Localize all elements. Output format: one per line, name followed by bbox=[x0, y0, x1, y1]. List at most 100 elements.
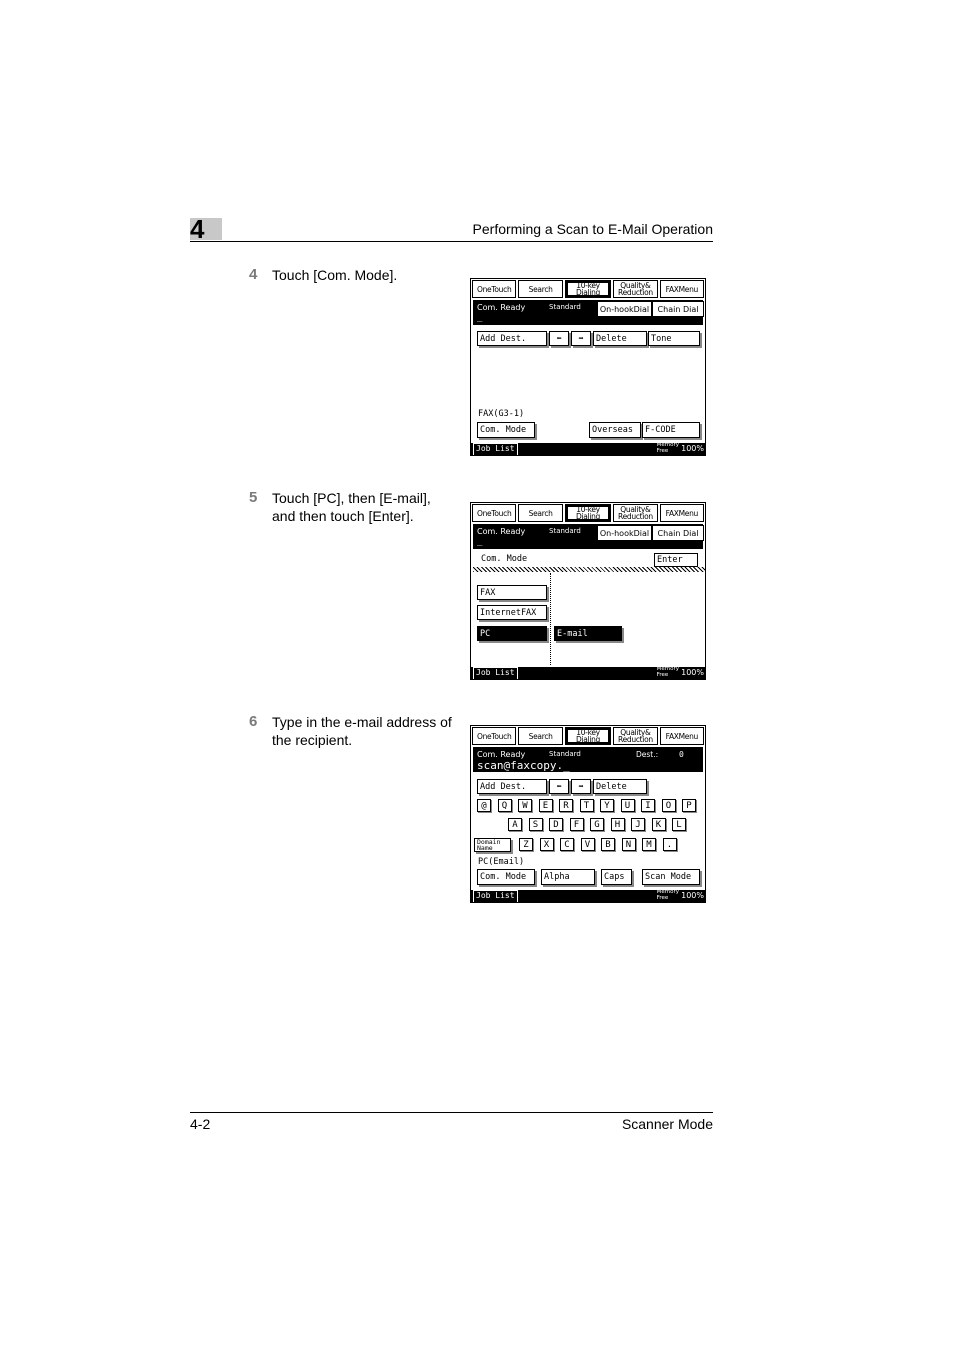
tab-onetouch[interactable]: OneTouch bbox=[472, 504, 517, 522]
key-z[interactable]: Z bbox=[519, 838, 533, 851]
standard-label: Standard bbox=[549, 527, 581, 535]
key-i[interactable]: I bbox=[641, 799, 655, 812]
tab-search[interactable]: Search bbox=[518, 504, 563, 522]
step-text: Touch [Com. Mode]. bbox=[272, 267, 398, 283]
job-list-button[interactable]: Job List bbox=[473, 443, 518, 455]
job-list-button[interactable]: Job List bbox=[473, 667, 518, 679]
key-y[interactable]: Y bbox=[600, 799, 614, 812]
memory-label: Memory Free bbox=[656, 666, 679, 678]
key-l[interactable]: L bbox=[672, 818, 686, 831]
arrow-right-icon[interactable]: ➡ bbox=[571, 779, 591, 794]
tab-faxmenu[interactable]: FAXMenu bbox=[659, 727, 705, 745]
tab-bar: OneTouch Search 10-key Dialing Quality& … bbox=[471, 503, 705, 523]
screen-email-entry: OneTouch Search 10-key Dialing Quality& … bbox=[470, 725, 706, 903]
job-list-button[interactable]: Job List bbox=[473, 890, 518, 902]
key-u[interactable]: U bbox=[620, 799, 635, 812]
scan-mode-button[interactable]: Scan Mode bbox=[642, 869, 700, 885]
chapter-number: 4 bbox=[190, 214, 205, 244]
arrow-left-icon[interactable]: ⬅ bbox=[549, 331, 569, 346]
cursor: _ bbox=[477, 313, 483, 323]
key-g[interactable]: G bbox=[590, 818, 604, 831]
key-p[interactable]: P bbox=[682, 799, 696, 812]
delete-button[interactable]: Delete bbox=[593, 779, 647, 794]
cursor: _ bbox=[477, 537, 483, 547]
fcode-button[interactable]: F-CODE bbox=[642, 422, 700, 438]
tab-quality[interactable]: Quality& Reduction bbox=[613, 727, 658, 745]
key-n[interactable]: N bbox=[621, 838, 636, 851]
tab-bar: OneTouch Search 10-key Dialing Quality& … bbox=[471, 726, 705, 746]
key-s[interactable]: S bbox=[528, 818, 543, 831]
tab-quality[interactable]: Quality& Reduction bbox=[613, 504, 658, 522]
tab-search[interactable]: Search bbox=[518, 280, 563, 298]
tab-10key[interactable]: 10-key Dialing bbox=[564, 504, 612, 522]
memory-percent: 100% bbox=[681, 891, 704, 900]
email-option[interactable]: E-mail bbox=[554, 626, 622, 641]
footer-section: Scanner Mode bbox=[621, 1116, 713, 1132]
tab-10key[interactable]: 10-key Dialing bbox=[564, 727, 612, 745]
tab-onetouch[interactable]: OneTouch bbox=[472, 280, 517, 298]
tone-button[interactable]: Tone bbox=[648, 331, 700, 346]
add-dest-button[interactable]: Add Dest. bbox=[477, 779, 547, 794]
arrow-left-icon[interactable]: ⬅ bbox=[549, 779, 569, 794]
com-mode-button[interactable]: Com. Mode bbox=[477, 422, 535, 438]
on-hook-dial-button[interactable]: On-hookDial bbox=[597, 301, 652, 317]
memory-percent: 100% bbox=[681, 444, 704, 453]
com-mode-title: Com. Mode bbox=[481, 554, 528, 564]
tab-search[interactable]: Search bbox=[518, 727, 563, 745]
key-v[interactable]: V bbox=[580, 838, 595, 851]
key-m[interactable]: M bbox=[642, 838, 656, 851]
key-a[interactable]: A bbox=[508, 818, 522, 831]
com-mode-button[interactable]: Com. Mode bbox=[477, 869, 535, 885]
status-text: Com. Ready bbox=[477, 527, 526, 536]
tab-bar: OneTouch Search 10-key Dialing Quality& … bbox=[471, 279, 705, 299]
on-hook-dial-button[interactable]: On-hookDial bbox=[597, 525, 652, 541]
tab-quality[interactable]: Quality& Reduction bbox=[613, 280, 658, 298]
key-q[interactable]: Q bbox=[497, 799, 512, 812]
key-c[interactable]: C bbox=[560, 838, 574, 851]
chain-dial-button[interactable]: Chain Dial bbox=[652, 525, 704, 541]
footer-rule bbox=[190, 1112, 713, 1113]
key-w[interactable]: W bbox=[518, 799, 532, 812]
header-title: Performing a Scan to E-Mail Operation bbox=[472, 221, 713, 237]
key-b[interactable]: B bbox=[601, 838, 615, 851]
email-address-field[interactable]: scan@faxcopy._ bbox=[477, 759, 570, 772]
chain-dial-button[interactable]: Chain Dial bbox=[652, 301, 704, 317]
domain-name-button[interactable]: Domain Name bbox=[474, 838, 511, 852]
overseas-button[interactable]: Overseas bbox=[589, 422, 641, 438]
standard-label: Standard bbox=[549, 750, 581, 758]
key-e[interactable]: E bbox=[538, 799, 553, 812]
key-o[interactable]: O bbox=[661, 799, 676, 812]
divider bbox=[473, 567, 705, 572]
tab-onetouch[interactable]: OneTouch bbox=[472, 727, 517, 745]
step-number: 6 bbox=[249, 713, 258, 730]
key-r[interactable]: R bbox=[559, 799, 573, 812]
fax-option[interactable]: FAX bbox=[477, 585, 547, 600]
job-list-bar: Job List Memory Free 100% bbox=[471, 666, 705, 679]
key-k[interactable]: K bbox=[651, 818, 666, 831]
arrow-right-icon[interactable]: ➡ bbox=[571, 331, 591, 346]
key-at[interactable]: @ bbox=[477, 799, 491, 812]
delete-button[interactable]: Delete bbox=[593, 331, 647, 346]
key-x[interactable]: X bbox=[539, 838, 554, 851]
key-j[interactable]: J bbox=[631, 818, 645, 831]
step-number: 4 bbox=[249, 266, 258, 283]
status-bar: Com. Ready Standard _ On-hookDial Chain … bbox=[473, 524, 704, 549]
enter-button[interactable]: Enter bbox=[654, 553, 698, 567]
tab-faxmenu[interactable]: FAXMenu bbox=[659, 504, 705, 522]
key-d[interactable]: D bbox=[549, 818, 563, 831]
key-f[interactable]: F bbox=[569, 818, 584, 831]
caps-button[interactable]: Caps bbox=[601, 869, 632, 885]
internet-fax-option[interactable]: InternetFAX bbox=[477, 605, 547, 620]
mode-label: PC(Email) bbox=[478, 857, 525, 867]
add-dest-button[interactable]: Add Dest. bbox=[477, 331, 547, 346]
pc-option[interactable]: PC bbox=[477, 626, 547, 641]
tab-10key[interactable]: 10-key Dialing bbox=[564, 280, 612, 298]
key-dot[interactable]: . bbox=[662, 838, 677, 851]
header-rule bbox=[190, 241, 713, 242]
alpha-button[interactable]: Alpha bbox=[541, 869, 595, 885]
column-divider bbox=[550, 573, 551, 665]
tab-faxmenu[interactable]: FAXMenu bbox=[659, 280, 705, 298]
key-t[interactable]: T bbox=[579, 799, 594, 812]
status-bar: Com. Ready Standard Dest.: 0 scan@faxcop… bbox=[473, 747, 703, 772]
key-h[interactable]: H bbox=[610, 818, 625, 831]
